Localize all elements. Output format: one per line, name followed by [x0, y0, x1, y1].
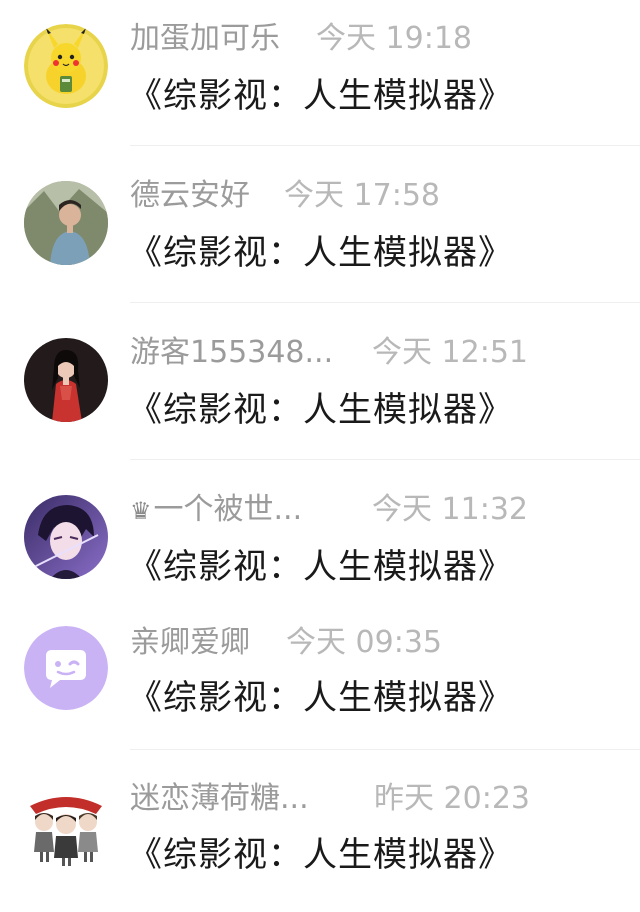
sender-name[interactable]: 亲卿爱卿 [130, 622, 250, 664]
message-text[interactable]: 《综影视：人生模拟器》 [128, 544, 513, 590]
divider [130, 302, 640, 303]
divider [130, 749, 640, 750]
message-text[interactable]: 《综影视：人生模拟器》 [128, 832, 513, 878]
timestamp: 今天 11:32 [372, 492, 528, 527]
avatar[interactable] [24, 495, 108, 579]
message-text[interactable]: 《综影视：人生模拟器》 [128, 387, 513, 433]
sender-name-text: 一个被世... [153, 492, 303, 527]
message-text[interactable]: 《综影视：人生模拟器》 [128, 73, 513, 119]
message-item[interactable]: 迷恋薄荷糖... 昨天 20:23 《综影视：人生模拟器》 [0, 762, 640, 912]
sender-name[interactable]: 德云安好 [130, 175, 250, 217]
pikachu-avatar-icon [24, 24, 108, 108]
timestamp: 今天 12:51 [372, 335, 528, 370]
message-item[interactable]: 亲卿爱卿 今天 09:35 《综影视：人生模拟器》 [0, 614, 640, 764]
timestamp: 今天 19:18 [316, 21, 472, 56]
message-text[interactable]: 《综影视：人生模拟器》 [128, 675, 513, 721]
message-item[interactable]: 加蛋加可乐 今天 19:18 《综影视：人生模拟器》 [0, 0, 640, 150]
man-outdoors-avatar-icon [24, 181, 108, 265]
sender-name[interactable]: 游客155348... [130, 332, 333, 374]
sender-name[interactable]: 加蛋加可乐 [130, 18, 280, 60]
avatar[interactable] [24, 24, 108, 108]
divider [130, 145, 640, 146]
avatar[interactable] [24, 626, 108, 710]
message-item[interactable]: 游客155348... 今天 12:51 《综影视：人生模拟器》 [0, 314, 640, 464]
avatar[interactable] [24, 181, 108, 265]
sender-name[interactable]: ♛一个被世... [130, 489, 302, 532]
message-item[interactable]: ♛一个被世... 今天 11:32 《综影视：人生模拟器》 [0, 471, 640, 621]
avatar[interactable] [24, 786, 108, 870]
default-chat-avatar-icon [24, 626, 108, 710]
message-item[interactable]: 德云安好 今天 17:58 《综影视：人生模拟器》 [0, 157, 640, 307]
anime-boy-avatar-icon [24, 495, 108, 579]
message-text[interactable]: 《综影视：人生模拟器》 [128, 230, 513, 276]
timestamp: 今天 09:35 [286, 625, 442, 660]
timestamp: 昨天 20:23 [374, 781, 530, 816]
cartoon-girls-avatar-icon [24, 786, 108, 870]
divider [130, 459, 640, 460]
avatar[interactable] [24, 338, 108, 422]
sender-name[interactable]: 迷恋薄荷糖... [130, 778, 309, 820]
timestamp: 今天 17:58 [284, 178, 440, 213]
woman-red-dress-avatar-icon [24, 338, 108, 422]
crown-icon: ♛ [130, 497, 152, 525]
